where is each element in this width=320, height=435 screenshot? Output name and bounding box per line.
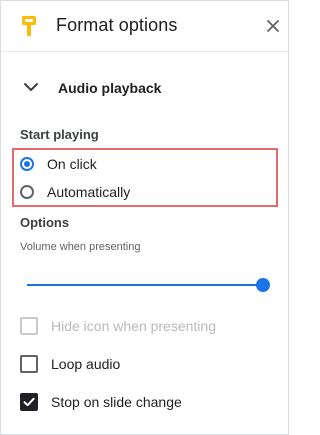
slider-fill <box>27 284 263 286</box>
volume-label: Volume when presenting <box>20 241 141 253</box>
checkbox-hide-icon[interactable]: Hide icon when presenting <box>20 317 250 337</box>
radio-label: Automatically <box>47 184 131 200</box>
volume-slider[interactable] <box>27 277 270 293</box>
radio-on-click[interactable]: On click <box>20 156 240 176</box>
radio-automatically[interactable]: Automatically <box>20 184 240 204</box>
radio-button[interactable] <box>20 185 34 199</box>
close-icon[interactable] <box>264 17 282 35</box>
checkbox-stop-on-slide-change[interactable]: Stop on slide change <box>20 393 250 413</box>
checkbox-loop-audio[interactable]: Loop audio <box>20 355 250 375</box>
paint-roller-icon <box>22 16 36 36</box>
checkbox-label: Stop on slide change <box>51 394 182 410</box>
panel-title: Format options <box>56 15 178 35</box>
start-playing-label: Start playing <box>20 127 99 142</box>
radio-label: On click <box>47 156 97 172</box>
radio-button-checked[interactable] <box>20 157 34 171</box>
checkbox-label: Hide icon when presenting <box>51 318 216 334</box>
chevron-down-icon <box>24 83 38 91</box>
checkbox-label: Loop audio <box>51 356 121 372</box>
format-options-panel: Format options Audio playback Start play… <box>0 0 289 435</box>
checkmark-icon <box>23 397 35 407</box>
audio-playback-section-toggle[interactable]: Audio playback <box>1 69 288 105</box>
section-title: Audio playback <box>58 80 162 96</box>
options-label: Options <box>20 215 70 230</box>
checkbox-checked[interactable] <box>20 393 38 411</box>
checkbox[interactable] <box>20 317 38 335</box>
checkbox[interactable] <box>20 355 38 373</box>
slider-thumb[interactable] <box>256 278 270 292</box>
panel-header: Format options <box>1 1 288 52</box>
